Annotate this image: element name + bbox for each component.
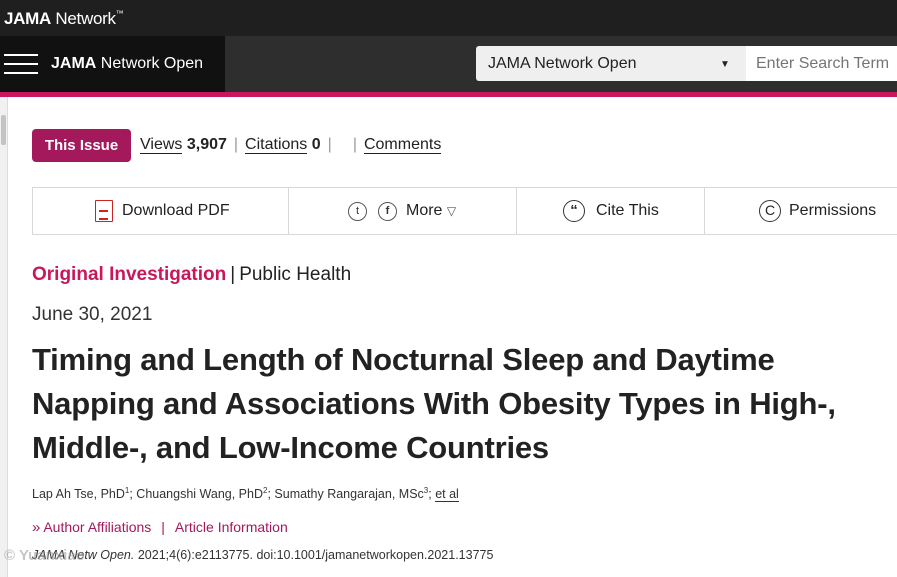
trademark-mark: ™	[115, 9, 124, 18]
download-pdf-button[interactable]: Download PDF	[33, 188, 288, 234]
download-pdf-label: Download PDF	[122, 202, 230, 219]
views-count: 3,907	[186, 136, 227, 153]
search-input[interactable]	[746, 46, 897, 81]
author-name[interactable]: Sumathy Rangarajan, MSc	[274, 487, 423, 501]
author-name[interactable]: Chuangshi Wang, PhD	[136, 487, 263, 501]
journal-name-link[interactable]: JAMA Network Open	[51, 55, 203, 73]
watermark-text: © Yuanxiao	[4, 547, 85, 564]
facebook-icon[interactable]: f	[378, 202, 397, 221]
affiliation-marker: 2	[263, 486, 268, 495]
article-title: Timing and Length of Nocturnal Sleep and…	[32, 342, 836, 465]
cite-this-button[interactable]: “ Cite This	[517, 188, 704, 234]
network-bar: JAMA Network™	[0, 0, 897, 36]
et-al-link[interactable]: et al	[435, 487, 459, 503]
views-link[interactable]: Views	[140, 136, 183, 154]
permissions-button[interactable]: C Permissions	[705, 188, 897, 234]
chevron-right-icon: »	[32, 519, 41, 536]
more-button[interactable]: More ▽	[406, 188, 456, 234]
citations-link[interactable]: Citations	[245, 136, 308, 154]
article-information-link[interactable]: Article Information	[175, 519, 288, 535]
article-metrics-row: Views 3,907 | Citations 0 | | Comments	[140, 136, 442, 154]
author-affiliations-link[interactable]: Author Affiliations	[43, 519, 151, 535]
logo-rest-text: Network	[50, 9, 116, 28]
scrollbar-thumb[interactable]	[1, 115, 6, 145]
article-citation: JAMA Netw Open. 2021;4(6):e2113775. doi:…	[32, 548, 493, 562]
page-scrollbar[interactable]	[0, 97, 8, 577]
affiliation-row: » Author Affiliations | Article Information	[32, 519, 288, 536]
journal-select-value: JAMA Network Open	[488, 55, 637, 72]
logo-bold-text: JAMA	[4, 9, 51, 28]
hamburger-menu-icon[interactable]	[4, 54, 38, 74]
article-toolbar: Download PDF t f More ▽ “ Cite This C Pe…	[32, 187, 897, 235]
category-primary-link[interactable]: Original Investigation	[32, 264, 226, 285]
pdf-icon	[95, 200, 113, 222]
separator: |	[352, 136, 357, 153]
separator: |	[233, 136, 239, 153]
accent-divider	[0, 92, 897, 97]
separator: |	[327, 136, 332, 153]
twitter-icon[interactable]: t	[348, 202, 367, 221]
journal-name-bold: JAMA	[51, 55, 97, 72]
journal-name-rest: Network Open	[96, 55, 204, 72]
quote-icon: “	[563, 200, 585, 222]
copyright-icon: C	[759, 200, 781, 222]
separator: |	[230, 264, 236, 285]
author-name[interactable]: Lap Ah Tse, PhD	[32, 487, 125, 501]
permissions-label: Permissions	[789, 202, 877, 219]
category-secondary-link[interactable]: Public Health	[239, 264, 351, 285]
journal-bar: JAMA Network Open JAMA Network Open ▼	[0, 36, 897, 92]
journal-brand: JAMA Network Open	[0, 36, 225, 92]
affiliation-marker: 3	[423, 486, 429, 495]
chevron-down-icon: ▽	[446, 204, 457, 218]
journal-select-dropdown[interactable]: JAMA Network Open ▼	[476, 46, 746, 81]
chevron-down-icon: ▼	[720, 59, 730, 70]
article-category: Original Investigation | Public Health	[32, 264, 351, 286]
publication-date: June 30, 2021	[32, 304, 153, 325]
this-issue-button[interactable]: This Issue	[32, 129, 131, 162]
author-list: Lap Ah Tse, PhD1; Chuangshi Wang, PhD2; …	[32, 486, 459, 503]
citations-count: 0	[311, 136, 321, 153]
separator: |	[161, 519, 165, 535]
share-more-group: t f More ▽	[289, 188, 516, 234]
more-label: More	[406, 202, 443, 219]
cite-this-label: Cite This	[596, 202, 659, 219]
comments-link[interactable]: Comments	[363, 136, 442, 154]
jama-network-logo[interactable]: JAMA Network™	[4, 9, 124, 29]
affiliation-marker: 1	[124, 486, 130, 495]
citation-details: 2021;4(6):e2113775. doi:10.1001/jamanetw…	[134, 548, 494, 562]
